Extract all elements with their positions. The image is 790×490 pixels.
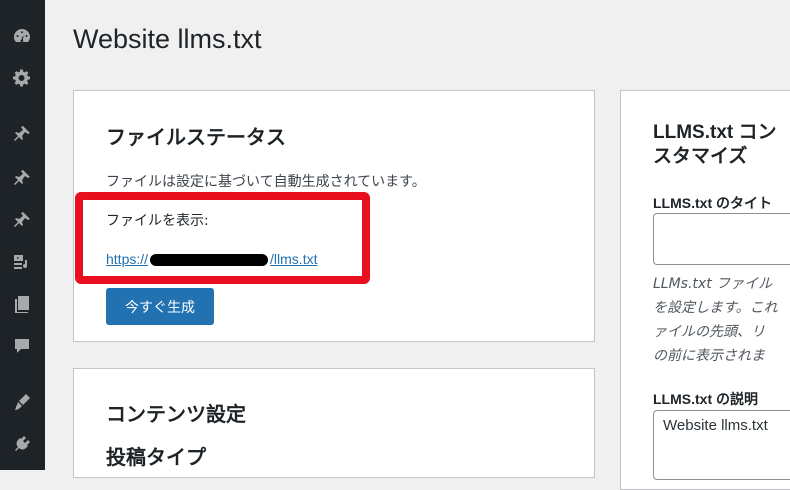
description-value: Website llms.txt [663, 417, 768, 434]
customize-title-line1: LLMS.txt コン [653, 122, 777, 143]
title-input[interactable] [653, 213, 790, 265]
help-line1: LLMs.txt ファイル [653, 276, 773, 292]
title-help-text: LLMs.txt ファイル を設定します。これ ァイルの先頭、リ の前に表示され… [653, 272, 778, 368]
customize-title: LLMS.txt コン スタマイズ [653, 121, 777, 169]
help-line4: の前に表示されま [653, 348, 765, 364]
help-line2: を設定します。これ [653, 300, 778, 316]
pin-icon[interactable] [10, 122, 34, 146]
pages-icon[interactable] [10, 292, 34, 316]
plugins-icon[interactable] [10, 432, 34, 456]
pin-icon[interactable] [10, 208, 34, 232]
status-description: ファイルは設定に基づいて自動生成されています。 [106, 174, 426, 190]
media-icon[interactable] [10, 250, 34, 274]
help-line3: ァイルの先頭、リ [653, 324, 765, 340]
pin-icon[interactable] [10, 166, 34, 190]
appearance-icon[interactable] [10, 390, 34, 414]
settings-icon[interactable] [10, 66, 34, 90]
description-field-label: LLMS.txt の説明 [653, 391, 758, 407]
title-field-label: LLMS.txt のタイト [653, 195, 772, 211]
highlight-annotation [75, 192, 370, 284]
content-settings-title: コンテンツ設定 [106, 402, 246, 426]
admin-sidebar [0, 0, 45, 470]
page-title: Website llms.txt [73, 24, 262, 54]
dashboard-icon[interactable] [10, 24, 34, 48]
customize-title-line2: スタマイズ [653, 146, 748, 167]
comments-icon[interactable] [10, 334, 34, 358]
post-types-heading: 投稿タイプ [106, 445, 206, 469]
file-status-title: ファイルステータス [106, 125, 286, 149]
generate-now-button[interactable]: 今すぐ生成 [106, 288, 214, 325]
